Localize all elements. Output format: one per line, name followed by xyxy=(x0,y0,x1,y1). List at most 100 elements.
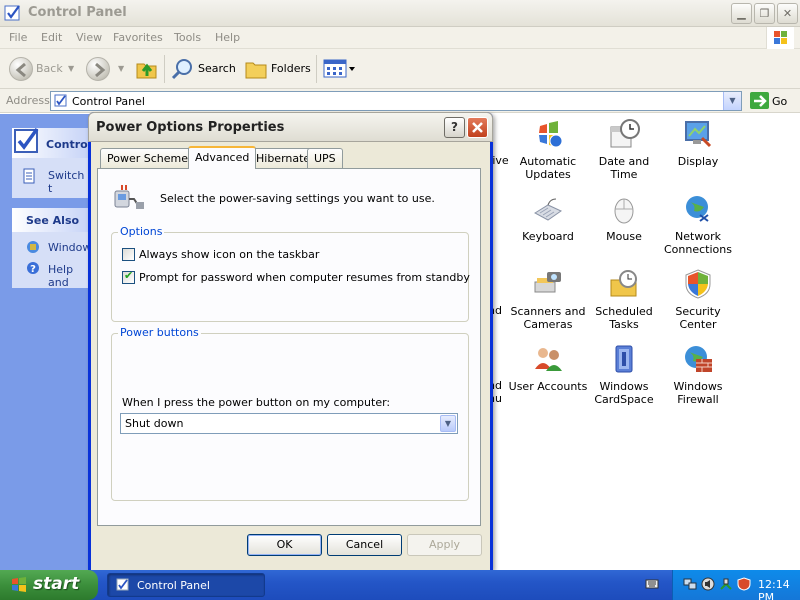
item-date-and-time[interactable]: Date and Time xyxy=(584,118,664,181)
item-label: Windows CardSpace xyxy=(594,380,654,406)
chevron-down-icon[interactable]: ▼ xyxy=(440,415,456,432)
dialog-titlebar[interactable]: Power Options Properties ? xyxy=(88,112,493,142)
views-icon[interactable] xyxy=(323,58,357,80)
svg-text:?: ? xyxy=(30,264,36,275)
control-panel-pane-header[interactable]: Control xyxy=(12,127,91,158)
address-dropdown-icon[interactable]: ▼ xyxy=(723,92,741,110)
address-input[interactable]: Control Panel ▼ xyxy=(50,91,742,111)
scanners-cameras-icon xyxy=(534,272,561,293)
menu-file[interactable]: File xyxy=(9,31,27,44)
advanced-tab-page: Select the power-saving settings you wan… xyxy=(97,168,481,526)
go-button[interactable]: Go xyxy=(772,95,787,108)
keyboard-tray-icon[interactable] xyxy=(645,577,659,591)
switch-view-link[interactable]: Switch t xyxy=(48,169,90,195)
tab-advanced[interactable]: Advanced xyxy=(188,146,257,169)
power-tray-icon[interactable] xyxy=(719,577,733,591)
forward-arrow-icon[interactable] xyxy=(86,57,110,81)
power-button-select[interactable]: Shut down ▼ xyxy=(120,413,458,434)
always-show-icon-checkbox[interactable] xyxy=(122,248,135,261)
clock[interactable]: 12:14 PM xyxy=(758,578,800,600)
toolbar-separator xyxy=(164,55,165,83)
window-title: Control Panel xyxy=(28,5,127,20)
control-panel-large-icon xyxy=(14,127,39,153)
item-user-accounts[interactable]: User Accounts xyxy=(508,343,588,393)
close-icon xyxy=(472,122,483,133)
folders-button[interactable]: Folders xyxy=(271,62,311,75)
search-button[interactable]: Search xyxy=(198,62,236,75)
ok-button[interactable]: OK xyxy=(247,534,322,556)
item-windows-cardspace[interactable]: Windows CardSpace xyxy=(584,343,664,406)
control-panel-icon xyxy=(4,5,20,21)
menu-edit[interactable]: Edit xyxy=(41,31,62,44)
always-show-icon-label[interactable]: Always show icon on the taskbar xyxy=(139,248,319,261)
up-folder-icon[interactable] xyxy=(134,56,160,82)
apply-button[interactable]: Apply xyxy=(407,534,482,556)
cancel-button[interactable]: Cancel xyxy=(327,534,402,556)
start-label: start xyxy=(33,574,80,594)
taskbar-item-control-panel[interactable]: Control Panel xyxy=(107,573,265,597)
item-scanners-and-cameras[interactable]: Scanners and Cameras xyxy=(508,268,588,331)
mouse-icon xyxy=(614,198,634,224)
power-button-value: Shut down xyxy=(125,417,184,430)
help-button[interactable]: ? xyxy=(444,117,465,138)
power-options-dialog: Power Options Properties ? Power Schemes… xyxy=(88,112,493,570)
folders-icon[interactable] xyxy=(244,58,268,80)
minimize-button[interactable]: ▁ xyxy=(731,3,752,24)
menu-view[interactable]: View xyxy=(76,31,102,44)
maximize-button[interactable]: ❐ xyxy=(754,3,775,24)
tab-ups[interactable]: UPS xyxy=(307,148,343,168)
menu-help[interactable]: Help xyxy=(215,31,240,44)
item-windows-firewall[interactable]: Windows Firewall xyxy=(658,343,738,406)
forward-dropdown-icon[interactable]: ▼ xyxy=(118,64,124,73)
menu-tools[interactable]: Tools xyxy=(174,31,201,44)
back-arrow-icon[interactable] xyxy=(9,57,33,81)
network-tray-icon[interactable] xyxy=(683,577,697,591)
volume-tray-icon[interactable] xyxy=(701,577,715,591)
task-pane: Control Switch t See Also Windows ? Help… xyxy=(0,114,97,570)
search-icon[interactable] xyxy=(171,57,195,81)
system-tray: 12:14 PM xyxy=(672,570,800,600)
taskbar-item-label: Control Panel xyxy=(137,579,210,592)
start-button[interactable]: start xyxy=(0,570,98,600)
prompt-password-checkbox[interactable]: ✔ xyxy=(122,269,135,284)
back-dropdown-icon[interactable]: ▼ xyxy=(68,64,74,73)
item-security-center[interactable]: Security Center xyxy=(658,268,738,331)
back-button[interactable]: Back xyxy=(36,62,63,75)
help-icon: ? xyxy=(27,262,39,275)
see-also-panel: Windows ? Help and xyxy=(12,232,97,289)
menu-favorites[interactable]: Favorites xyxy=(113,31,163,44)
address-label: Address xyxy=(6,94,50,107)
close-button[interactable]: ✕ xyxy=(777,3,798,24)
item-network-connections[interactable]: Network Connections xyxy=(658,193,738,256)
control-panel-icon xyxy=(116,578,129,591)
tab-power-schemes[interactable]: Power Schemes xyxy=(100,148,201,168)
window-titlebar[interactable]: Control Panel ▁ ❐ ✕ xyxy=(0,0,800,27)
see-also-header[interactable]: See Also xyxy=(12,208,90,232)
item-label: Windows Firewall xyxy=(673,380,723,406)
display-icon xyxy=(685,121,712,148)
item-label: Scanners and Cameras xyxy=(510,305,586,331)
address-bar: Address Control Panel ▼ Go xyxy=(0,89,800,113)
keyboard-icon xyxy=(533,198,563,221)
item-label: Date and Time xyxy=(598,155,650,181)
item-automatic-updates[interactable]: Automatic Updates xyxy=(508,118,588,181)
item-scheduled-tasks[interactable]: Scheduled Tasks xyxy=(584,268,664,331)
dialog-close-button[interactable] xyxy=(467,117,488,138)
security-alert-tray-icon[interactable] xyxy=(737,577,751,591)
item-label: Network Connections xyxy=(664,230,732,256)
prompt-password-label[interactable]: Prompt for password when computer resume… xyxy=(139,271,470,284)
windows-update-icon xyxy=(27,241,39,253)
item-label: Security Center xyxy=(675,305,721,331)
item-mouse[interactable]: Mouse xyxy=(584,193,664,243)
see-also-link-help[interactable]: Help and xyxy=(48,263,90,289)
power-buttons-groupbox: Power buttons When I press the power but… xyxy=(111,326,469,501)
item-display[interactable]: Display xyxy=(658,118,738,168)
intro-text: Select the power-saving settings you wan… xyxy=(160,192,435,205)
toolbar-separator xyxy=(316,55,317,83)
item-keyboard[interactable]: Keyboard xyxy=(508,193,588,243)
power-buttons-group-label: Power buttons xyxy=(118,326,201,339)
options-groupbox: Options Always show icon on the taskbar … xyxy=(111,225,470,322)
power-button-label: When I press the power button on my comp… xyxy=(122,396,391,409)
firewall-icon xyxy=(685,346,712,372)
go-arrow-icon[interactable] xyxy=(750,92,770,110)
